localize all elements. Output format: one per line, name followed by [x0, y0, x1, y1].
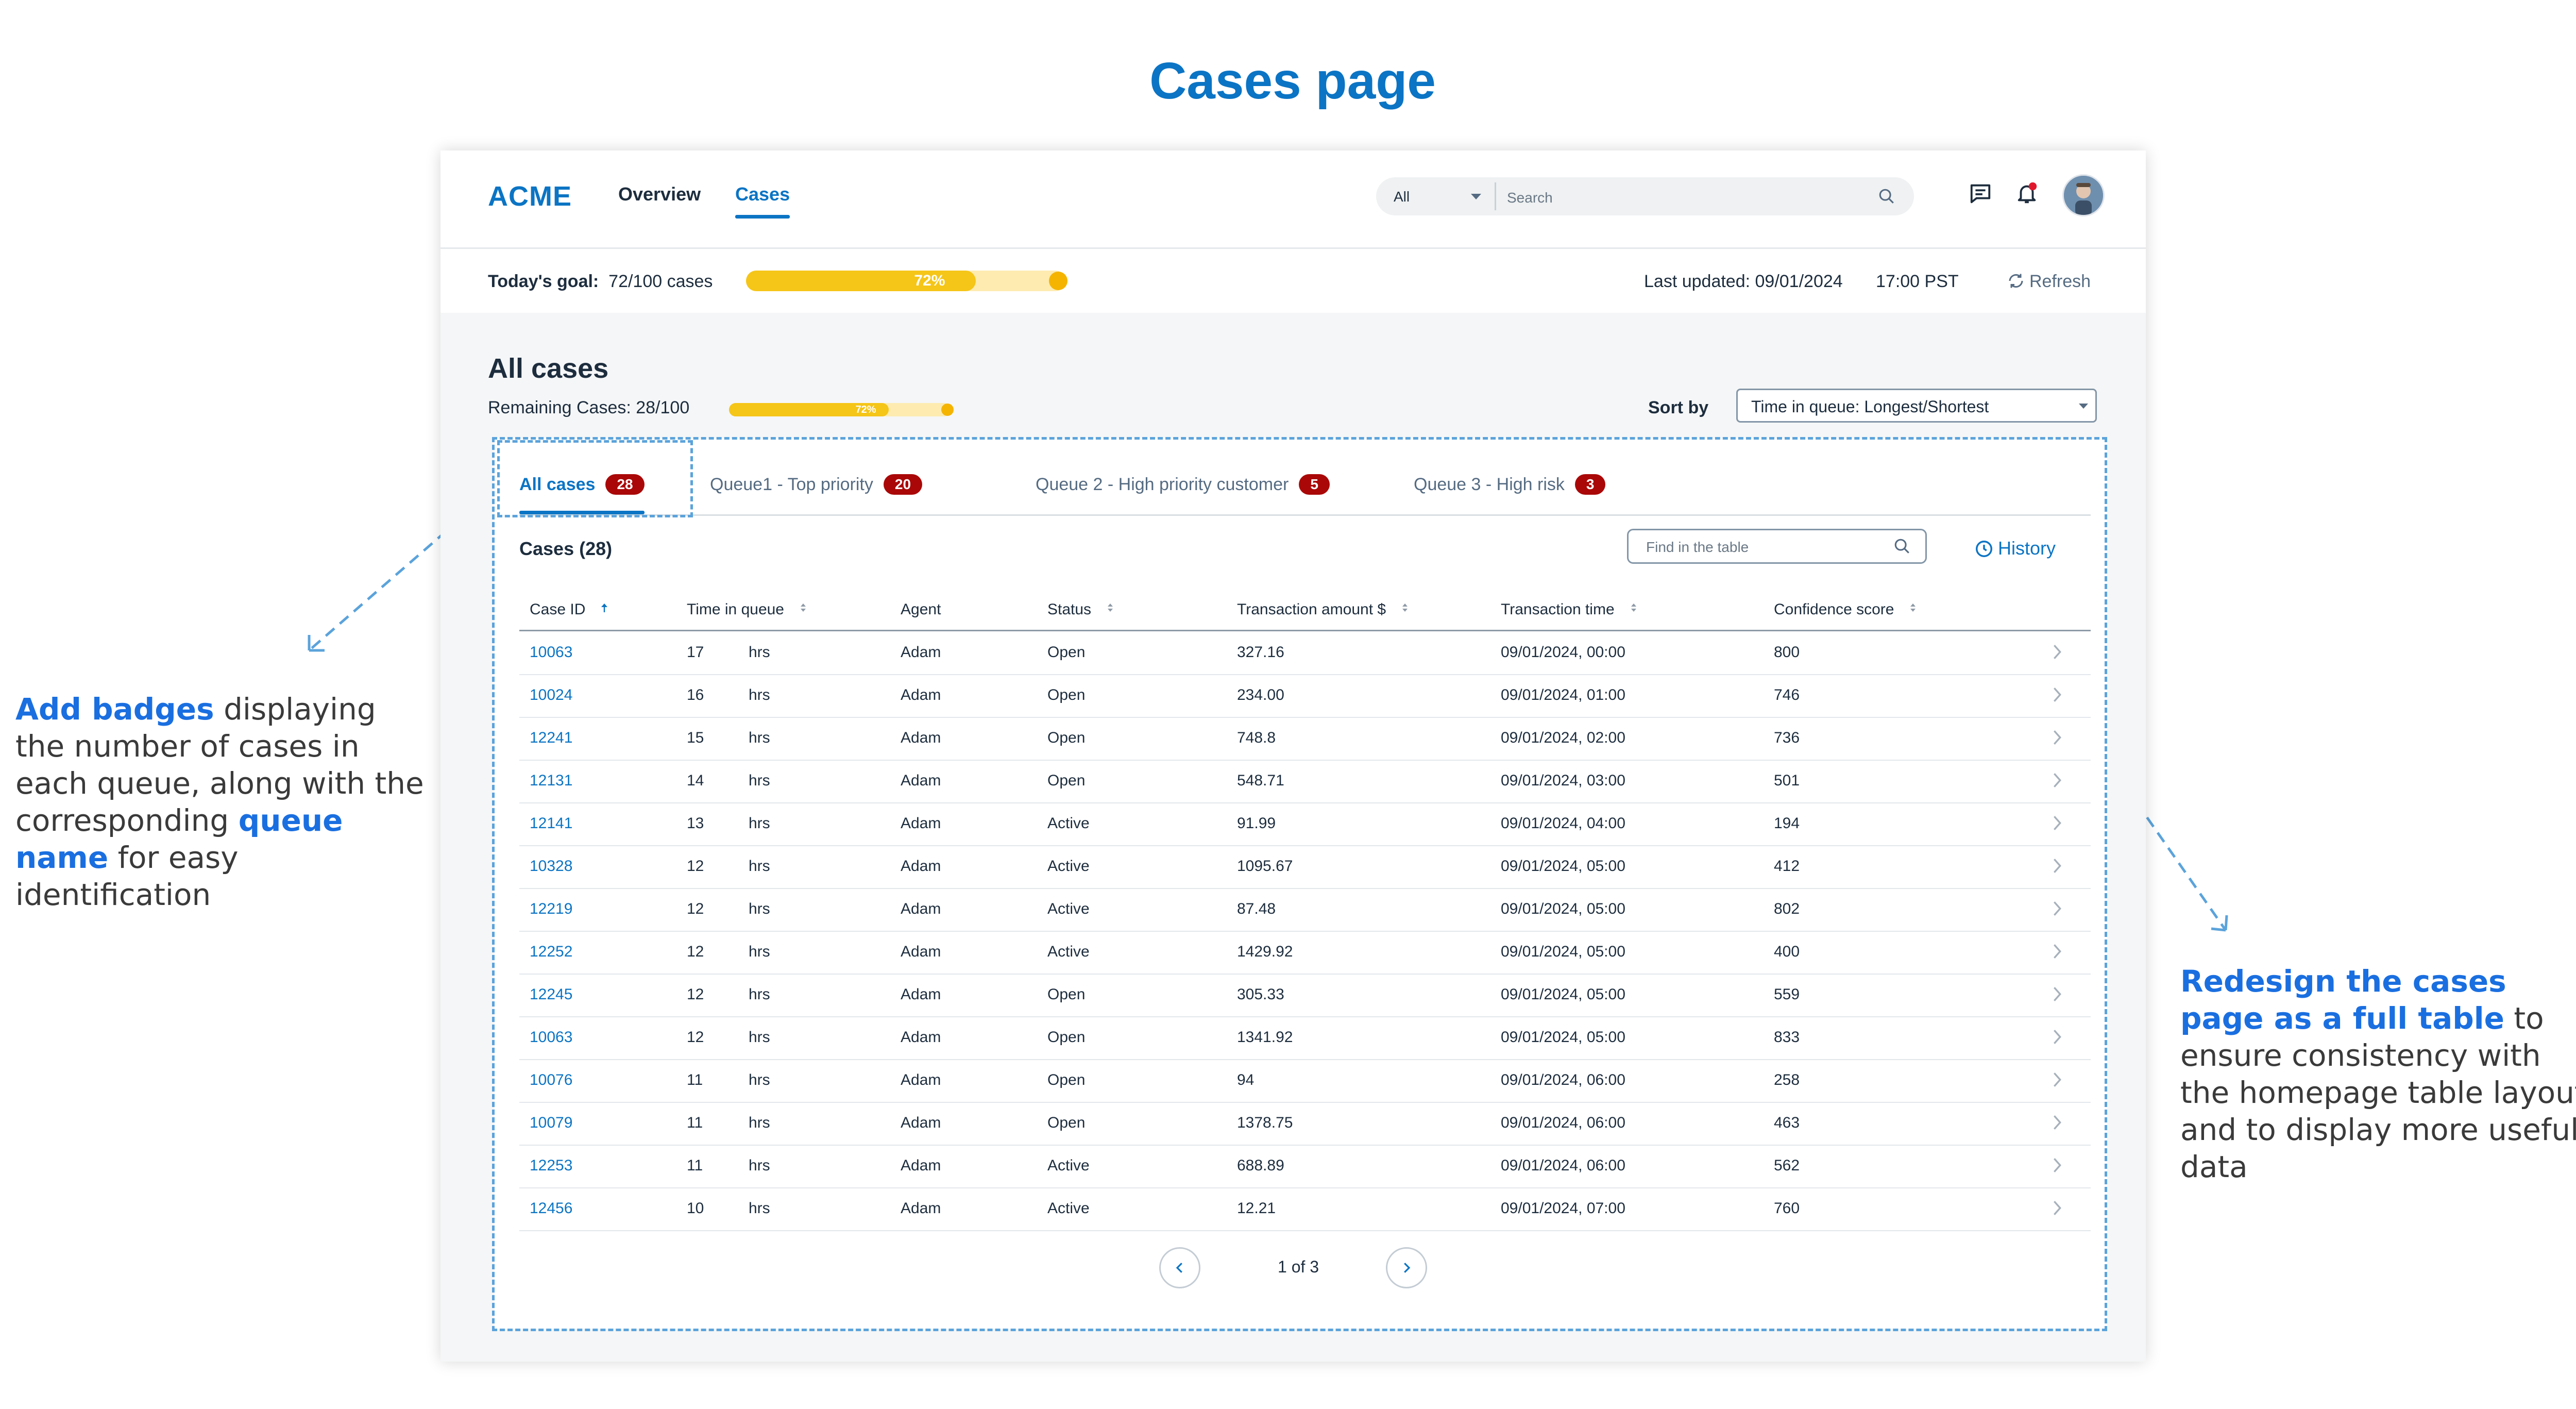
annotation-left: Add badges displaying the number of case…	[15, 692, 424, 912]
nav-cases[interactable]: Cases	[735, 183, 790, 219]
table-highlight-outline	[492, 437, 2107, 1331]
page-title: Cases page	[1149, 52, 1436, 110]
sort-by-label: Sort by	[1648, 398, 1709, 417]
sort-select[interactable]: Time in queue: Longest/Shortest	[1736, 389, 2097, 423]
caret-down-icon	[2079, 404, 2088, 409]
goal-progress-end-dot	[1049, 272, 1067, 290]
search-input[interactable]: Search	[1507, 190, 1553, 206]
search-scope-select[interactable]: All	[1394, 189, 1410, 205]
refresh-icon	[2009, 274, 2023, 288]
global-search[interactable]: All Search	[1376, 177, 1914, 215]
remaining-progress-bar: 72%	[729, 403, 954, 416]
app-window: ACME Overview Cases All Search Today's g…	[440, 150, 2146, 1362]
last-updated: Last updated: 09/01/2024	[1644, 272, 1843, 291]
avatar[interactable]	[2062, 174, 2105, 216]
message-icon[interactable]	[1969, 181, 1992, 205]
goal-progress-fill: 72%	[746, 271, 976, 291]
goal-label: Today's goal: 72/100 cases	[488, 272, 713, 291]
page-heading: All cases	[488, 353, 609, 384]
goal-progress-bar: 72%	[746, 271, 1067, 291]
search-divider	[1495, 182, 1496, 210]
caret-down-icon	[1471, 194, 1481, 199]
last-updated-time: 17:00 PST	[1876, 272, 1959, 291]
remaining-cases-label: Remaining Cases: 28/100	[488, 398, 690, 417]
annotation-right: Redesign the cases page as a full table …	[2180, 964, 2576, 1184]
search-icon[interactable]	[1878, 188, 1895, 205]
acme-logo[interactable]: ACME	[488, 180, 572, 212]
badge-highlight-outline	[497, 440, 693, 517]
remaining-progress-fill: 72%	[729, 403, 889, 416]
refresh-button[interactable]: Refresh	[2007, 272, 2091, 292]
remaining-progress-end-dot	[941, 404, 954, 416]
daily-goal-bar: Today's goal: 72/100 cases 72% Last upda…	[440, 249, 2146, 313]
top-navigation-bar: ACME Overview Cases All Search	[440, 150, 2146, 249]
bell-icon[interactable]	[2015, 181, 2039, 205]
nav-overview[interactable]: Overview	[618, 183, 701, 205]
